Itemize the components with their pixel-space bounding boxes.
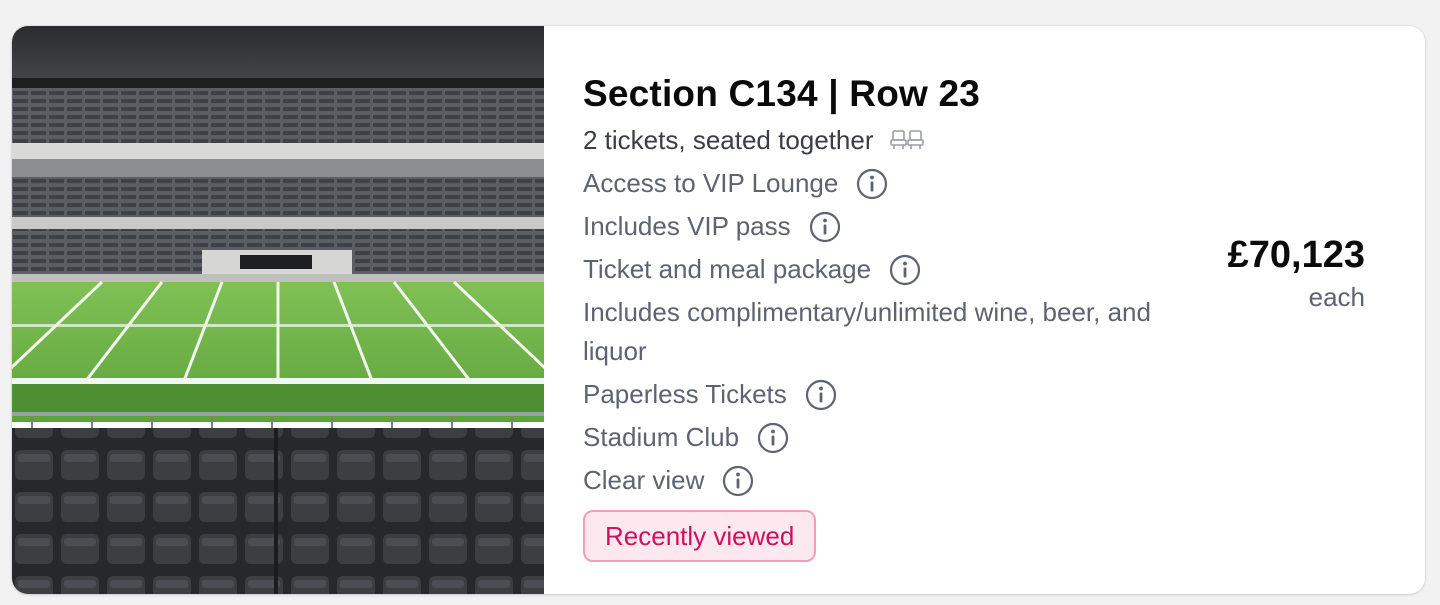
feature-label: Stadium Club	[583, 422, 740, 452]
feature-label: Ticket and meal package	[583, 254, 872, 284]
feature-list: Access to VIP Lounge Includes VIP pass T…	[583, 164, 1153, 500]
info-icon[interactable]	[805, 379, 837, 411]
feature-label: Paperless Tickets	[583, 379, 787, 409]
feature-item: Includes VIP pass	[583, 207, 1153, 246]
price-amount: £70,123	[1227, 234, 1365, 276]
feature-item: Clear view	[583, 461, 1153, 500]
feature-item: Access to VIP Lounge	[583, 164, 1153, 203]
ticket-count-label: 2 tickets, seated together	[583, 125, 874, 155]
price-unit: each	[1308, 282, 1365, 312]
listing-card[interactable]: Section C134 | Row 23 2 tickets, seated …	[12, 26, 1425, 594]
feature-item: Ticket and meal package	[583, 250, 1153, 289]
recently-viewed-badge: Recently viewed	[583, 510, 817, 562]
stadium-view-image	[12, 26, 544, 594]
feature-item: Paperless Tickets	[583, 375, 1153, 414]
feature-item: Stadium Club	[583, 418, 1153, 457]
seats-together-icon	[889, 129, 924, 151]
feature-label: Clear view	[583, 465, 705, 495]
info-icon[interactable]	[809, 211, 841, 243]
price-block: £70,123 each	[1228, 231, 1365, 315]
info-icon[interactable]	[856, 168, 888, 200]
feature-item: Includes complimentary/unlimited wine, b…	[583, 293, 1153, 371]
feature-label: Includes VIP pass	[583, 211, 791, 241]
info-icon[interactable]	[757, 422, 789, 454]
info-icon[interactable]	[889, 254, 921, 286]
listing-title: Section C134 | Row 23	[583, 73, 981, 114]
info-icon[interactable]	[722, 465, 754, 497]
ticket-count: 2 tickets, seated together	[583, 120, 1153, 160]
feature-label: Includes complimentary/unlimited wine, b…	[583, 297, 1151, 366]
feature-label: Access to VIP Lounge	[583, 168, 839, 198]
listing-details: Section C134 | Row 23 2 tickets, seated …	[583, 70, 1153, 562]
